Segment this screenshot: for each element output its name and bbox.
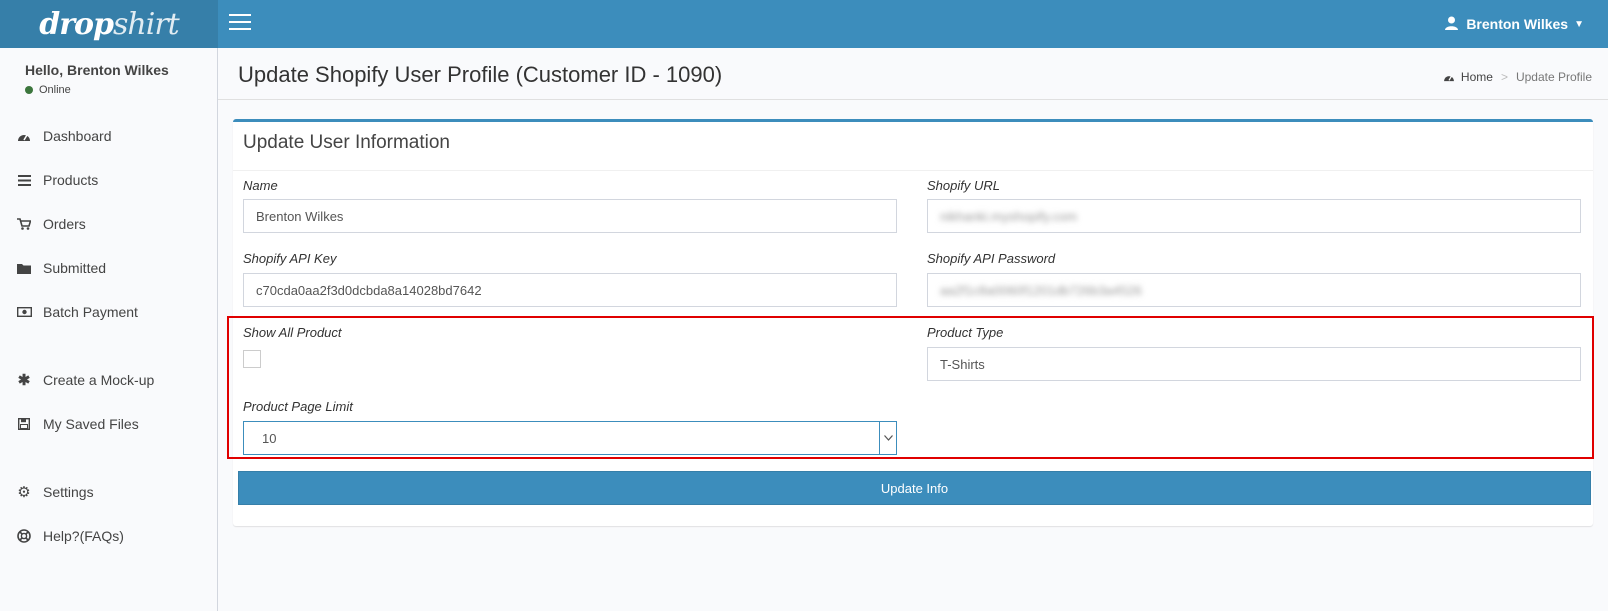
folder-icon	[15, 263, 33, 274]
sidebar-item-saved-files[interactable]: My Saved Files	[0, 402, 217, 446]
sidebar-item-orders[interactable]: Orders	[0, 202, 217, 246]
api-key-label: Shopify API Key	[243, 251, 337, 266]
box-divider	[233, 170, 1593, 171]
asterisk-icon: ✱	[17, 372, 31, 389]
dashboard-icon	[1443, 72, 1455, 82]
save-icon	[15, 418, 33, 430]
cart-icon	[15, 218, 33, 230]
sidebar-item-dashboard[interactable]: Dashboard	[0, 114, 217, 158]
shopify-url-value: nikhanki.myshopify.com	[940, 208, 1078, 224]
sidebar-item-products[interactable]: Products	[0, 158, 217, 202]
sidebar: Hello, Brenton Wilkes Online Dashboard P…	[0, 48, 218, 611]
user-menu[interactable]: Brenton Wilkes ▼	[1445, 0, 1584, 48]
sidebar-item-label: Products	[43, 172, 99, 188]
menu-toggle-icon[interactable]	[229, 14, 251, 32]
content-header: Update Shopify User Profile (Customer ID…	[218, 48, 1608, 100]
breadcrumb-separator: >	[1500, 70, 1508, 84]
sidebar-item-label: Create a Mock-up	[43, 372, 155, 388]
top-navbar: dropshirt Brenton Wilkes ▼	[0, 0, 1608, 48]
user-menu-name: Brenton Wilkes	[1466, 16, 1569, 32]
sidebar-item-create-mockup[interactable]: ✱ Create a Mock-up	[0, 358, 217, 402]
sidebar-item-label: Orders	[43, 216, 86, 232]
user-icon	[1445, 16, 1459, 33]
status-dot-icon	[25, 86, 33, 94]
box-title: Update User Information	[243, 132, 450, 153]
api-password-value: aa2f1c8a0060f1201db726b3a4526	[940, 282, 1142, 298]
breadcrumb-home-link[interactable]: Home	[1461, 70, 1493, 84]
api-password-label: Shopify API Password	[927, 251, 1056, 266]
name-label: Name	[243, 178, 278, 193]
sidebar-item-settings[interactable]: ⚙ Settings	[0, 470, 217, 514]
logo-text-a: drop	[39, 6, 114, 42]
breadcrumb: Home > Update Profile	[1443, 70, 1592, 84]
name-field[interactable]: Brenton Wilkes	[243, 199, 897, 233]
breadcrumb-current: Update Profile	[1515, 70, 1592, 84]
page-title: Update Shopify User Profile (Customer ID…	[238, 62, 723, 87]
sidebar-item-label: My Saved Files	[43, 416, 139, 432]
logo-text-b: shirt	[113, 6, 180, 42]
sidebar-item-label: Submitted	[43, 260, 107, 276]
sidebar-item-help[interactable]: Help?(FAQs)	[0, 514, 217, 558]
api-key-field[interactable]: c70cda0aa2f3d0dcbda8a14028bd7642	[243, 273, 897, 307]
online-status: Online	[25, 84, 217, 96]
greeting: Hello, Brenton Wilkes	[25, 62, 169, 78]
caret-down-icon: ▼	[1574, 18, 1584, 30]
sidebar-item-label: Settings	[43, 484, 94, 500]
update-info-button[interactable]: Update Info	[238, 471, 1591, 505]
sidebar-item-label: Dashboard	[43, 128, 112, 144]
user-panel: Hello, Brenton Wilkes Online	[0, 48, 217, 114]
sidebar-item-batch-payment[interactable]: Batch Payment	[0, 290, 217, 334]
shopify-url-field[interactable]: nikhanki.myshopify.com	[927, 199, 1581, 233]
highlight-annotation	[227, 316, 1594, 459]
api-password-field[interactable]: aa2f1c8a0060f1201db726b3a4526	[927, 273, 1581, 307]
lifebuoy-icon	[15, 529, 33, 543]
money-icon	[15, 307, 33, 317]
gear-icon: ⚙	[17, 484, 31, 501]
logo[interactable]: dropshirt	[0, 0, 218, 48]
status-label: Online	[39, 84, 71, 96]
list-icon	[15, 174, 33, 186]
sidebar-item-label: Help?(FAQs)	[43, 528, 124, 544]
shopify-url-label: Shopify URL	[927, 178, 1000, 193]
sidebar-item-submitted[interactable]: Submitted	[0, 246, 217, 290]
sidebar-item-label: Batch Payment	[43, 304, 138, 320]
dashboard-icon	[15, 130, 33, 142]
